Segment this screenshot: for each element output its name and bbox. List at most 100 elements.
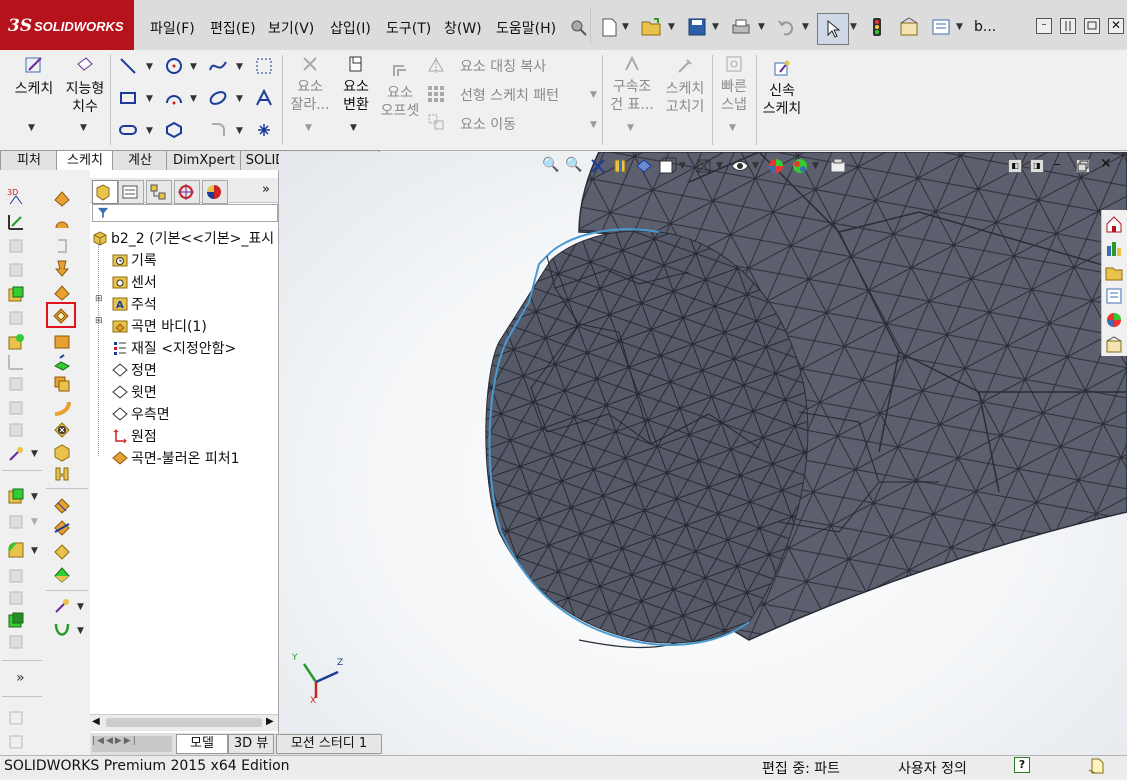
file-properties-icon[interactable] [898, 16, 920, 38]
display-style-icon[interactable] [694, 156, 714, 176]
pin-icon[interactable] [568, 17, 590, 39]
surface-tool-icon[interactable] [52, 188, 72, 208]
open-dropdown-icon[interactable]: ▼ [668, 22, 675, 32]
convert-entities-button[interactable]: 요소 변환 [336, 54, 376, 114]
surface-revolve-icon[interactable] [52, 212, 72, 232]
fillet-icon[interactable] [208, 120, 228, 140]
untrim-surface-icon[interactable] [52, 542, 72, 562]
repair-sketch-button[interactable]: 스케치 고치기 [662, 56, 708, 116]
linear-pattern-dropdown-icon[interactable]: ▼ [590, 90, 597, 100]
tab-features[interactable]: 피처 [0, 150, 58, 170]
view-orientation-dropdown-icon[interactable]: ▼ [679, 161, 686, 171]
surface-extrude-icon[interactable] [6, 486, 26, 506]
new-document-icon[interactable] [598, 16, 620, 38]
rapid-sketch-button[interactable]: 신속 스케치 [760, 58, 804, 118]
print-icon[interactable] [730, 16, 752, 38]
point-grid-icon[interactable] [254, 56, 274, 76]
fillet-dropdown-icon[interactable]: ▼ [236, 126, 243, 136]
ellipse-dropdown-icon[interactable]: ▼ [236, 94, 243, 104]
thicken-icon[interactable] [52, 464, 72, 484]
trim-entities-button[interactable]: 요소 잘라... [290, 54, 330, 114]
custom-properties-icon[interactable] [1104, 334, 1124, 354]
new-dropdown-icon[interactable]: ▼ [622, 22, 629, 32]
maximize-button[interactable] [1084, 18, 1100, 34]
tile-button[interactable] [1060, 18, 1076, 34]
disabled-tool-icon[interactable] [6, 708, 26, 728]
menu-window[interactable]: 창(W) [444, 18, 482, 38]
view-orientation-icon[interactable] [657, 156, 677, 176]
expand-toolbar-icon[interactable]: » [16, 670, 25, 686]
previous-view-icon[interactable] [588, 156, 608, 176]
circle-icon[interactable] [164, 56, 184, 76]
scroll-thumb[interactable] [106, 718, 262, 727]
display-relations-button[interactable]: 구속조 건 표... [608, 54, 656, 114]
tab-3d-views[interactable]: 3D 뷰 [228, 734, 274, 754]
sketch-dropdown-icon[interactable]: ▼ [28, 123, 35, 133]
zoom-to-fit-icon[interactable]: 🔍 [542, 157, 559, 173]
disabled-tool-icon[interactable] [6, 732, 26, 752]
disabled-tool-icon[interactable] [52, 236, 72, 256]
options-icon[interactable] [930, 16, 952, 38]
disabled-dropdown-icon[interactable]: ▼ [31, 517, 38, 527]
disabled-tool-icon[interactable] [6, 352, 26, 372]
tree-root[interactable]: b2_2 (기본<<기본>_표시 [92, 228, 274, 248]
arc-icon[interactable] [164, 88, 184, 108]
zoom-to-area-icon[interactable]: 🔍 [565, 157, 582, 173]
doc-tile-right-button[interactable]: ◨ [1030, 159, 1044, 173]
menu-tools[interactable]: 도구(T) [386, 18, 431, 38]
solidworks-logo[interactable]: 3S SOLIDWORKS [0, 0, 134, 50]
tree-item[interactable]: 윗면 [112, 382, 157, 402]
apply-scene-icon[interactable] [790, 156, 810, 176]
expand-surface-bodies-icon[interactable]: ⊞ [95, 316, 103, 326]
disabled-tool-icon[interactable] [6, 588, 26, 608]
slot-icon[interactable] [118, 120, 138, 140]
feature-manager-tab[interactable] [92, 180, 118, 204]
file-explorer-icon[interactable] [1104, 262, 1124, 282]
display-manager-tab[interactable] [202, 180, 228, 204]
spline-icon[interactable] [208, 56, 228, 76]
smart-dimension-button[interactable]: 지능형 치수 [60, 54, 110, 116]
scroll-right-icon[interactable]: ▶ [266, 716, 274, 727]
print-dropdown-icon[interactable]: ▼ [758, 22, 765, 32]
rebuild-icon[interactable] [866, 16, 888, 38]
mirror-entities-icon[interactable] [426, 55, 446, 75]
view-settings-icon[interactable] [828, 156, 848, 176]
rectangle-icon[interactable] [118, 88, 138, 108]
disabled-tool-icon[interactable] [6, 632, 26, 652]
trim-dropdown-icon[interactable]: ▼ [305, 123, 312, 133]
apply-scene-dropdown-icon[interactable]: ▼ [812, 161, 819, 171]
ruled-surface-icon[interactable] [52, 374, 72, 394]
status-units[interactable]: 사용자 정의 [898, 758, 967, 778]
3d-sketch-icon[interactable]: 3D [6, 186, 26, 206]
line-dropdown-icon[interactable]: ▼ [146, 62, 153, 72]
rectangle-dropdown-icon[interactable]: ▼ [146, 94, 153, 104]
hide-show-dropdown-icon[interactable]: ▼ [752, 161, 759, 171]
offset-surface-icon[interactable] [52, 352, 72, 372]
slot-dropdown-icon[interactable]: ▼ [146, 126, 153, 136]
boss-revolve-icon[interactable] [6, 332, 26, 352]
tree-item[interactable]: 원점 [112, 426, 157, 446]
mirror-entities-label[interactable]: 요소 대칭 복사 [460, 56, 546, 76]
disabled-tool-icon[interactable] [6, 512, 26, 532]
replace-face-icon[interactable] [52, 442, 72, 462]
tree-item[interactable]: 재질 <지정안함> [112, 338, 236, 358]
minimize-button[interactable]: – [1036, 18, 1052, 34]
move-entities-label[interactable]: 요소 이동 [460, 114, 516, 134]
menu-file[interactable]: 파일(F) [150, 18, 195, 38]
shell-icon[interactable] [6, 610, 26, 630]
circle-dropdown-icon[interactable]: ▼ [190, 62, 197, 72]
tab-scroll-controls[interactable]: |◀◀▶▶| [92, 736, 172, 752]
quick-snaps-dropdown-icon[interactable]: ▼ [729, 123, 736, 133]
disabled-tool-icon[interactable] [6, 374, 26, 394]
disabled-tool-icon[interactable] [6, 260, 26, 280]
menu-view[interactable]: 보기(V) [268, 18, 314, 38]
curves-icon[interactable] [52, 620, 72, 640]
tree-item[interactable]: 정면 [112, 360, 157, 380]
scroll-left-icon[interactable]: ◀ [92, 716, 100, 727]
doc-minimize-button[interactable]: – [1054, 157, 1061, 172]
boss-extrude-icon[interactable] [6, 284, 26, 304]
tree-item[interactable]: 센서 [112, 272, 157, 292]
smart-dimension-dropdown-icon[interactable]: ▼ [80, 123, 87, 133]
menu-insert[interactable]: 삽입(I) [330, 18, 371, 38]
offset-entities-button[interactable]: 요소 오프셋 [378, 60, 422, 120]
